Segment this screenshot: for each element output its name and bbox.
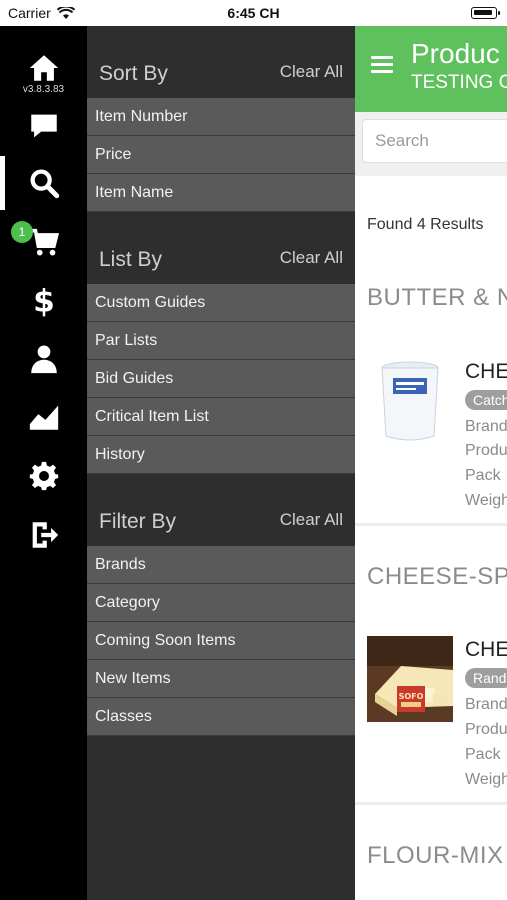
list-custom-guides[interactable]: Custom Guides	[87, 284, 355, 322]
search-bar	[355, 112, 507, 176]
filter-brands[interactable]: Brands	[87, 546, 355, 584]
pricing-button[interactable]: $	[0, 274, 87, 326]
search-input[interactable]	[363, 120, 507, 162]
product-tag: Rand	[465, 668, 507, 688]
app-header: Produc TESTING C	[355, 26, 507, 112]
product-field-product: Produ	[465, 442, 507, 459]
main-content: Produc TESTING C Found 4 Results BUTTER …	[355, 26, 507, 900]
filter-classes[interactable]: Classes	[87, 698, 355, 736]
gear-icon	[29, 461, 58, 491]
sort-by-clear-all[interactable]: Clear All	[280, 62, 343, 82]
home-icon	[29, 55, 58, 81]
search-icon	[30, 169, 59, 199]
product-tag: Catch	[465, 390, 507, 410]
product-image[interactable]: SOFO	[367, 636, 453, 722]
svg-text:SOFO: SOFO	[399, 692, 424, 701]
filter-menu: Sort By Clear All Item Number Price Item…	[87, 26, 355, 900]
product-field-weight: Weigh	[465, 492, 507, 509]
product-field-brand: Brand	[465, 418, 507, 435]
sort-by-title: Sort By	[99, 62, 168, 85]
reports-button[interactable]	[0, 391, 87, 443]
list-par-lists[interactable]: Par Lists	[87, 322, 355, 360]
page-title: Produc	[411, 38, 500, 69]
filter-category[interactable]: Category	[87, 584, 355, 622]
sort-price[interactable]: Price	[87, 136, 355, 174]
list-history[interactable]: History	[87, 436, 355, 474]
product-field-weight: Weigh	[465, 771, 507, 788]
search-button[interactable]	[0, 157, 87, 209]
results-count: Found 4 Results	[367, 216, 484, 233]
product-field-brand: Brand	[465, 696, 507, 713]
svg-text:$: $	[33, 283, 55, 317]
app-version: v3.8.3.83	[22, 84, 65, 95]
list-critical-item-list[interactable]: Critical Item List	[87, 398, 355, 436]
filter-by-title: Filter By	[99, 510, 177, 533]
chart-icon	[29, 405, 58, 430]
product-field-pack: Pack	[465, 467, 501, 484]
filter-new-items[interactable]: New Items	[87, 660, 355, 698]
status-time: 6:45 CH	[227, 5, 280, 21]
search-box[interactable]	[362, 119, 507, 163]
list-bid-guides[interactable]: Bid Guides	[87, 360, 355, 398]
messages-button[interactable]	[0, 100, 87, 152]
product-field-product: Produ	[465, 721, 507, 738]
category-heading: FLOUR-MIX	[367, 842, 504, 869]
filter-by-clear-all[interactable]: Clear All	[280, 510, 343, 530]
list-by-title: List By	[99, 248, 163, 271]
logout-button[interactable]	[0, 509, 87, 561]
user-icon	[30, 345, 57, 374]
section-divider	[355, 802, 507, 805]
list-by-header: List By Clear All	[87, 212, 355, 284]
icon-rail: v3.8.3.83 1 $	[0, 26, 87, 900]
sort-item-number[interactable]: Item Number	[87, 98, 355, 136]
account-button[interactable]	[0, 333, 87, 385]
list-by-clear-all[interactable]: Clear All	[280, 248, 343, 268]
product-name[interactable]: CHE	[465, 638, 507, 662]
product-name[interactable]: CHE	[465, 360, 507, 384]
category-heading: BUTTER & N	[367, 284, 507, 311]
product-image[interactable]	[367, 356, 453, 442]
hamburger-menu-icon[interactable]	[371, 56, 393, 74]
sort-item-name[interactable]: Item Name	[87, 174, 355, 212]
battery-icon	[471, 7, 500, 19]
category-heading: CHEESE-SP	[367, 563, 507, 590]
page-subtitle: TESTING C	[411, 72, 507, 93]
logout-icon	[32, 522, 58, 548]
section-divider	[355, 523, 507, 526]
product-field-pack: Pack	[465, 746, 501, 763]
status-bar: Carrier 6:45 CH	[0, 0, 507, 26]
chat-icon	[30, 114, 57, 138]
filter-by-header: Filter By Clear All	[87, 474, 355, 546]
cart-badge: 1	[11, 221, 33, 243]
settings-button[interactable]	[0, 450, 87, 502]
dollar-icon: $	[33, 283, 55, 317]
filter-coming-soon-items[interactable]: Coming Soon Items	[87, 622, 355, 660]
sort-by-header: Sort By Clear All	[87, 26, 355, 98]
